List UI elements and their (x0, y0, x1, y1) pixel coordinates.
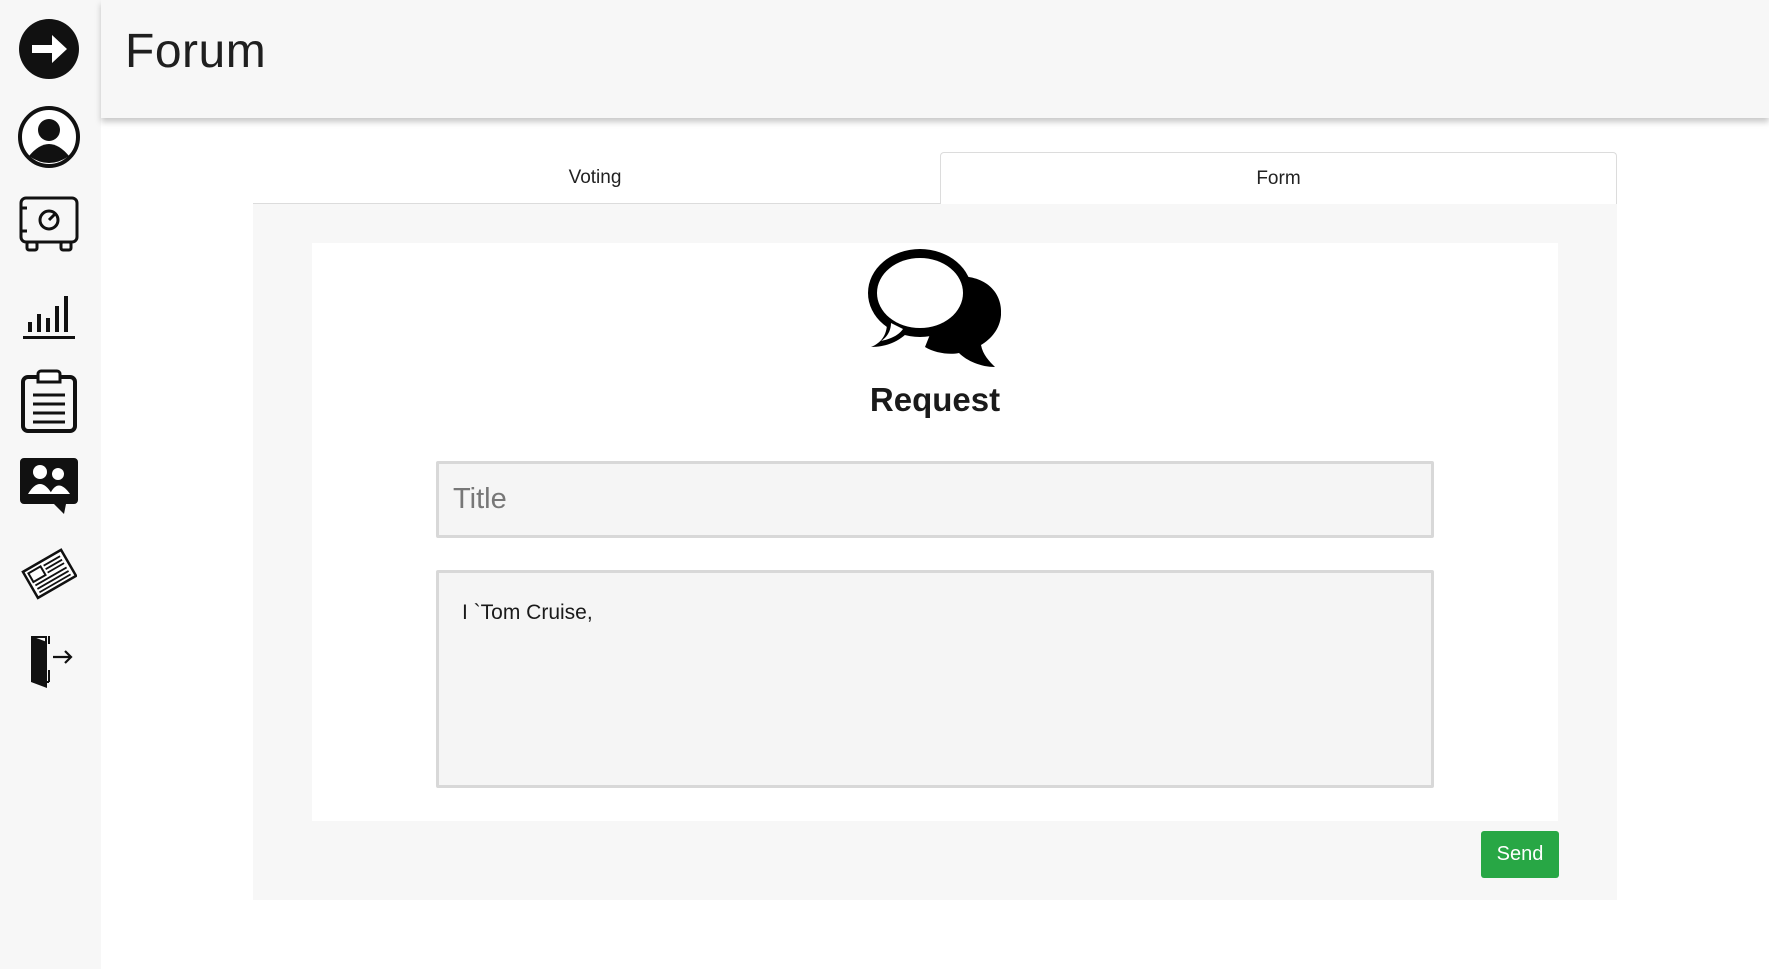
send-button[interactable]: Send (1481, 831, 1559, 878)
newspaper-icon[interactable] (14, 538, 84, 608)
bar-chart-icon[interactable] (14, 278, 84, 348)
clipboard-list-icon[interactable] (14, 366, 84, 436)
tab-form[interactable]: Form (940, 152, 1617, 205)
form-panel: Request I `Tom Cruise, Send (253, 204, 1617, 900)
sidebar (0, 0, 101, 969)
request-card: Request I `Tom Cruise, (312, 243, 1558, 821)
page-title: Forum (125, 25, 267, 78)
tab-voting[interactable]: Voting (253, 152, 937, 204)
top-header: Forum (101, 0, 1769, 118)
title-input[interactable] (436, 461, 1434, 538)
request-body-textarea[interactable]: I `Tom Cruise, (436, 570, 1434, 788)
group-chat-icon[interactable] (14, 450, 84, 520)
user-profile-icon[interactable] (14, 102, 84, 172)
safe-vault-icon[interactable] (14, 190, 84, 260)
logout-door-icon[interactable] (14, 626, 84, 696)
request-heading: Request (869, 381, 1001, 418)
tab-bar: Voting Form (253, 152, 1617, 205)
arrow-right-circle-icon[interactable] (14, 14, 84, 84)
speech-bubbles-icon (868, 249, 1002, 367)
